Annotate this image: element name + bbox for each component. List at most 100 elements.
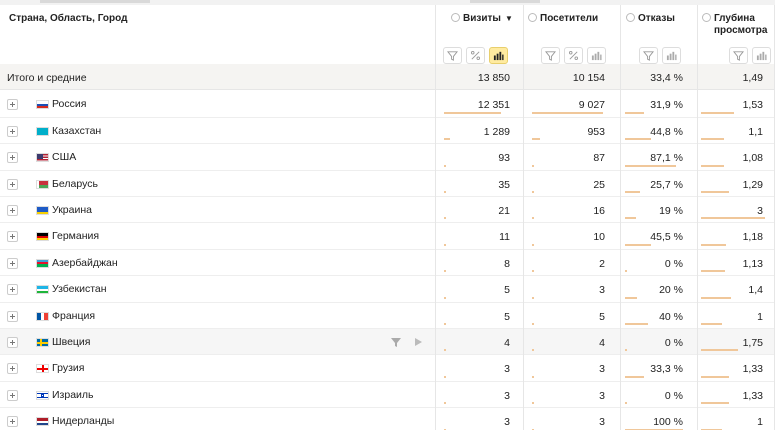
country-flag-icon [36,364,49,374]
barchart-button-bounces[interactable] [662,47,681,64]
filter-button-visitors[interactable] [541,47,560,64]
barchart-button-visits[interactable] [489,47,508,64]
bounces-value: 0 % [664,257,683,270]
top-strip-segment [470,0,540,3]
bounces-value: 31,9 % [650,99,683,112]
barchart-button-visitors[interactable] [587,47,606,64]
depth-bar [701,111,734,114]
table-row[interactable]: Израиль 3 3 0 % 1,33 [0,382,775,409]
table-row[interactable]: Казахстан 1 289 953 44,8 % 1,1 [0,118,775,145]
column-header-bounces-label: Отказы [638,13,675,24]
table-row[interactable]: Нидерланды 3 3 100 % 1 [0,408,775,430]
visitors-value: 953 [587,125,605,138]
expand-row-button[interactable] [7,337,18,348]
visitors-value: 3 [599,416,605,429]
filter-button-bounces[interactable] [639,47,658,64]
column-header-depth-label: Глубина [714,13,755,24]
country-name[interactable]: Азербайджан [52,257,118,269]
column-header-visitors[interactable]: Посетители [528,13,598,25]
table-row[interactable]: Узбекистан 5 3 20 % 1,4 [0,276,775,303]
expand-row-button[interactable] [7,231,18,243]
expand-row-button[interactable] [7,310,18,322]
column-header-dimension[interactable]: Страна, Область, Город [9,13,127,25]
percent-button-visitors[interactable] [564,47,583,64]
column-divider [435,5,436,430]
country-name[interactable]: Беларусь [52,178,98,190]
bounces-bar [625,402,627,405]
country-flag-icon [36,126,49,136]
column-header-depth[interactable]: Глубина просмотра [702,13,767,37]
expand-row-button[interactable] [7,389,18,401]
visitors-value: 16 [593,205,605,217]
country-name[interactable]: Грузия [52,362,84,374]
visits-bar [444,402,446,405]
bounces-bar [625,243,652,246]
bounces-bar [625,349,627,352]
bounces-bar [625,138,651,141]
depth-value: 1,1 [748,125,763,138]
depth-value: 1 [757,310,763,323]
country-name[interactable]: США [52,151,76,163]
expand-row-button[interactable] [7,284,18,296]
help-circle-icon[interactable] [528,13,537,22]
table-row[interactable]: Азербайджан 8 2 0 % 1,13 [0,250,775,277]
depth-bar [701,164,725,167]
table-row[interactable]: США 93 87 87,1 % 1,08 [0,144,775,171]
table-row[interactable]: Украина 21 16 19 % 3 [0,197,775,224]
column-header-bounces[interactable]: Отказы [626,13,675,25]
visitors-value: 3 [599,363,605,376]
table-row[interactable]: Германия 11 10 45,5 % 1,18 [0,223,775,250]
column-header-visits[interactable]: Визиты ▼ [451,13,513,25]
visits-value: 12 351 [477,99,510,112]
help-circle-icon[interactable] [702,13,711,22]
country-name[interactable]: Швеция [52,336,91,348]
country-name[interactable]: Израиль [52,389,94,401]
table-header: Страна, Область, Город Визиты ▼ Посетител… [0,5,775,64]
expand-row-button[interactable] [7,152,18,164]
bounces-bar [625,375,645,378]
sort-desc-icon[interactable]: ▼ [505,14,513,23]
visits-value: 5 [504,284,510,297]
visitors-value: 3 [599,389,605,402]
barchart-button-depth[interactable] [752,47,771,64]
depth-bar [701,270,726,273]
table-row[interactable]: Россия 12 351 9 027 31,9 % 1,53 [0,91,775,118]
country-name[interactable]: Нидерланды [52,415,114,427]
bounces-value: 100 % [653,416,683,429]
table-row[interactable]: Беларусь 35 25 25,7 % 1,29 [0,171,775,197]
visits-value: 35 [498,178,510,191]
expand-row-button[interactable] [7,363,18,375]
country-name[interactable]: Узбекистан [52,283,107,295]
country-name[interactable]: Украина [52,204,92,216]
bar-chart-icon [493,51,504,61]
expand-row-button[interactable] [7,125,18,137]
visits-bar [444,138,450,141]
expand-row-button[interactable] [7,416,18,428]
play-icon[interactable] [412,336,424,348]
table-row[interactable]: Швеция 4 4 0 % 1,75 [0,329,775,356]
visitors-bar [532,349,534,352]
visitors-value: 25 [593,178,605,191]
filter-button-depth[interactable] [729,47,748,64]
filter-icon [545,51,556,61]
table-row[interactable]: Франция 5 5 40 % 1 [0,303,775,329]
expand-row-button[interactable] [7,205,18,216]
country-name[interactable]: Франция [52,310,95,322]
visits-bar [444,190,446,193]
expand-row-button[interactable] [7,178,18,190]
help-circle-icon[interactable] [451,13,460,22]
country-name[interactable]: Германия [52,230,99,242]
filter-button-visits[interactable] [443,47,462,64]
expand-row-button[interactable] [7,99,18,111]
filter-icon[interactable] [390,336,402,348]
depth-bar [701,349,739,352]
country-name[interactable]: Казахстан [52,125,101,137]
depth-bar [701,190,729,193]
table-row[interactable]: Грузия 3 3 33,3 % 1,33 [0,355,775,382]
expand-row-button[interactable] [7,257,18,269]
percent-button-visits[interactable] [466,47,485,64]
bounces-bar [625,217,637,220]
visits-value: 93 [498,152,510,165]
country-name[interactable]: Россия [52,98,86,110]
help-circle-icon[interactable] [626,13,635,22]
